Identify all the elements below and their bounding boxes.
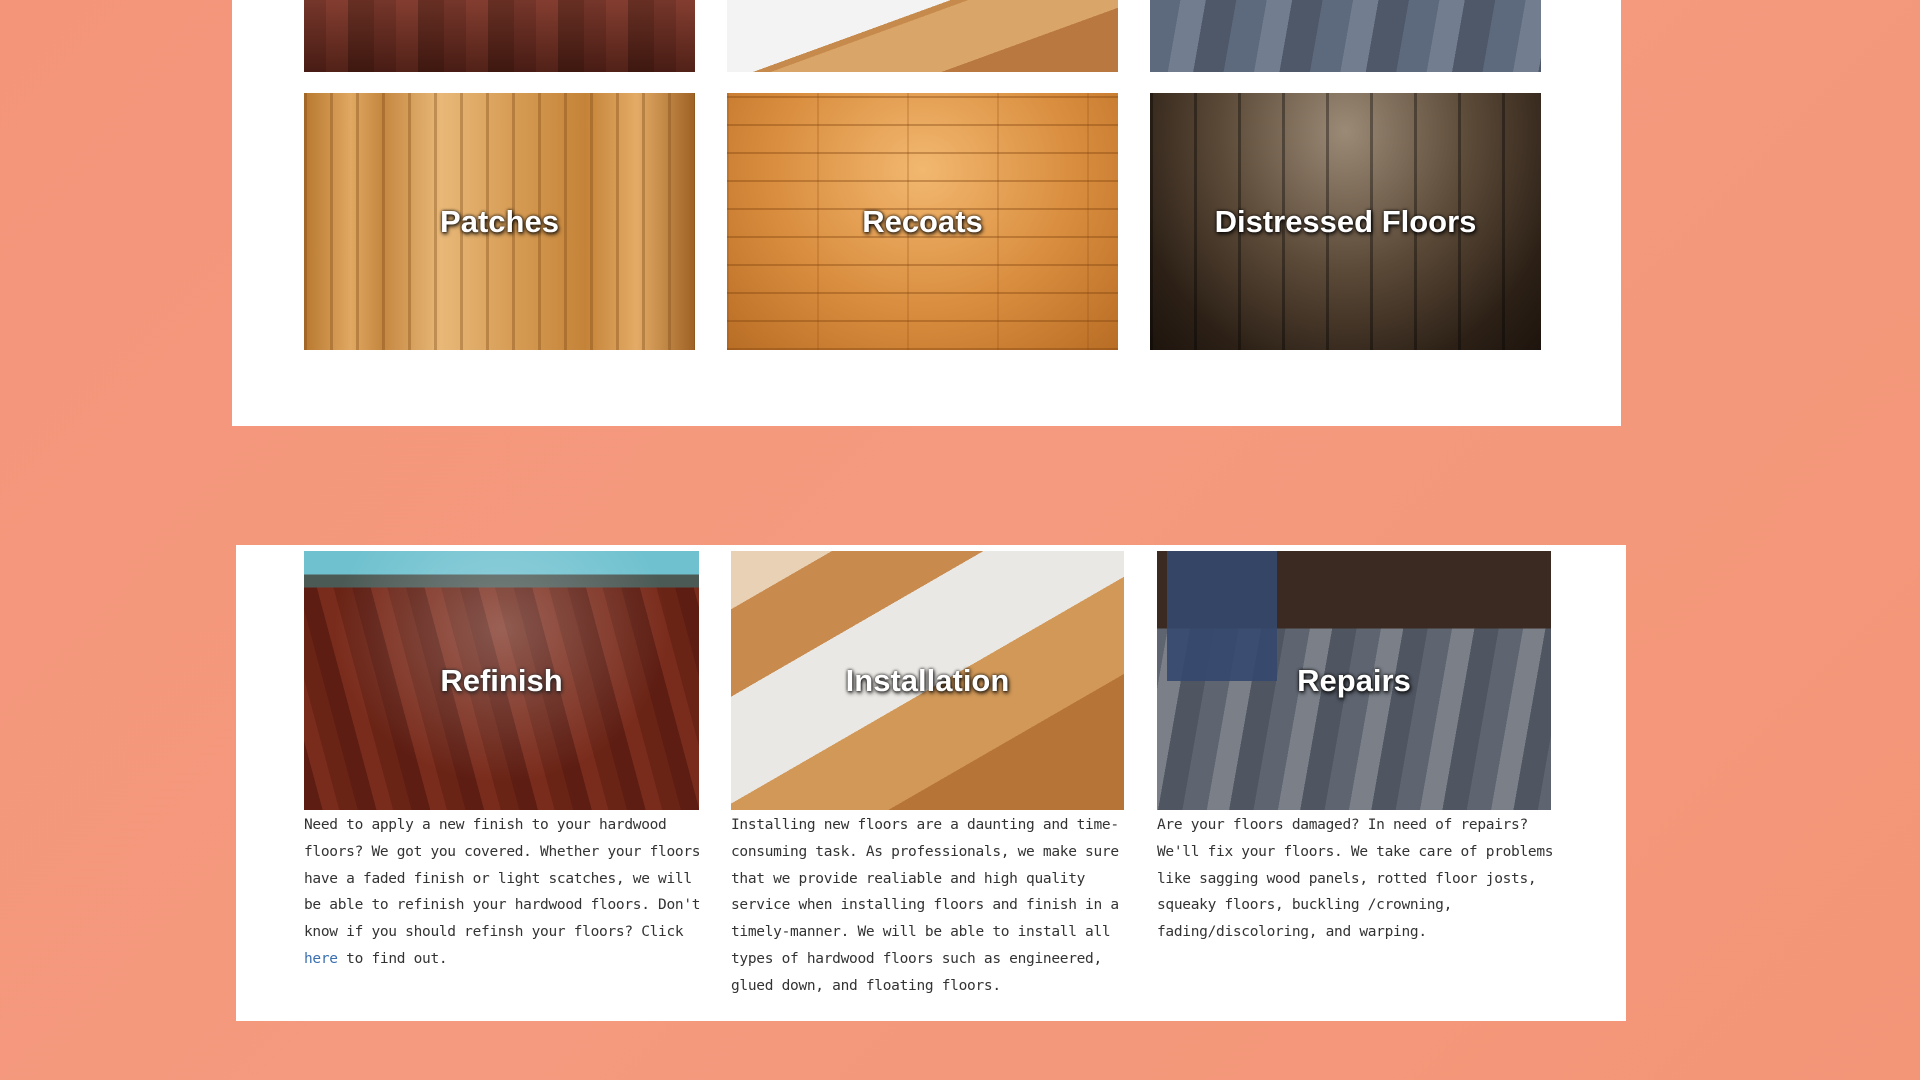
service-tile-label: Recoats <box>862 203 983 239</box>
refinish-find-out-link[interactable]: here <box>304 951 338 967</box>
service-tile-image-partial[interactable] <box>727 0 1118 72</box>
service-tile-label: Repairs <box>1297 662 1411 698</box>
service-tile-repairs[interactable]: Repairs <box>1157 551 1551 810</box>
service-tile-label: Refinish <box>440 662 563 698</box>
refinish-description-text-end: to find out. <box>337 950 448 967</box>
service-tile-label: Patches <box>440 203 559 239</box>
service-tile-label: Installation <box>845 662 1010 698</box>
service-tile-refinish[interactable]: Refinish <box>304 551 699 810</box>
repairs-description: Are your floors damaged? In need of repa… <box>1157 817 1554 941</box>
service-tile-patches[interactable]: Patches <box>304 93 695 350</box>
refinish-description: Need to apply a new finish to your hardw… <box>304 812 704 973</box>
service-tile-image-partial[interactable] <box>304 0 695 72</box>
service-tile-image-partial[interactable] <box>1150 0 1541 72</box>
installation-description: Installing new floors are a daunting and… <box>731 817 1119 994</box>
service-tile-recoats[interactable]: Recoats <box>727 93 1118 350</box>
service-tile-distressed-floors[interactable]: Distressed Floors <box>1150 93 1541 350</box>
service-tile-installation[interactable]: Installation <box>731 551 1124 810</box>
service-tile-label: Distressed Floors <box>1214 203 1477 239</box>
refinish-description-text: Need to apply a new finish to your hardw… <box>304 817 701 941</box>
